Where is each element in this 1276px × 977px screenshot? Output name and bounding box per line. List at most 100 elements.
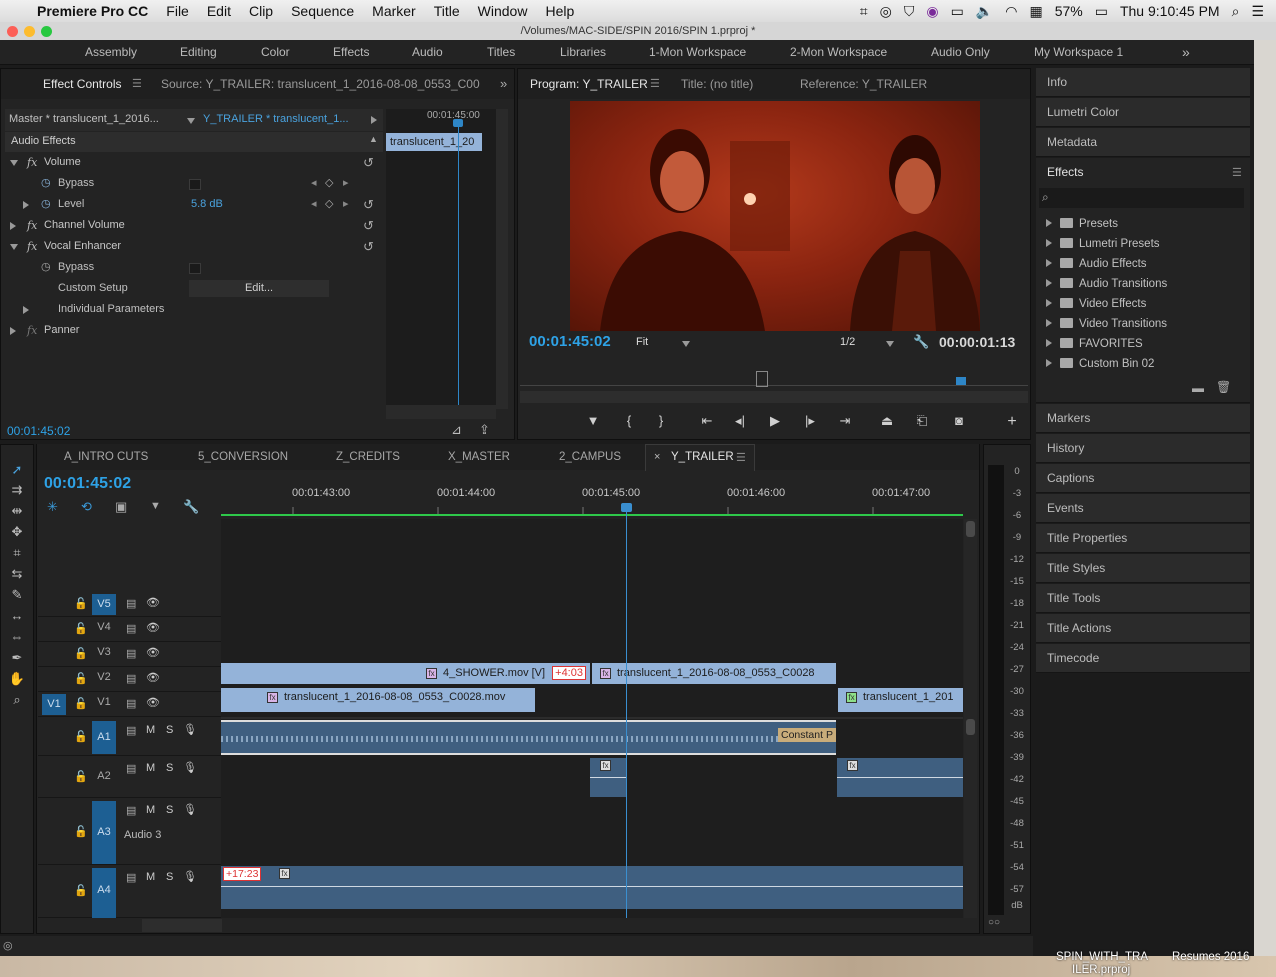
desktop-file-label[interactable]: SPIN_WITH_TRA xyxy=(1056,951,1148,963)
menu-window[interactable]: Window xyxy=(469,3,537,19)
clip-v2-translucent[interactable]: fx translucent_1_2016-08-08_0553_C0028 xyxy=(592,663,836,684)
panel-menu-icon[interactable]: ☰ xyxy=(650,69,660,99)
go-to-in-icon[interactable]: ⇤ xyxy=(698,413,716,429)
panel-title-properties[interactable]: Title Properties xyxy=(1036,524,1250,553)
menu-marker[interactable]: Marker xyxy=(363,3,425,19)
expand-icon[interactable] xyxy=(23,306,29,314)
toggle-timeline-icon[interactable] xyxy=(371,116,377,124)
add-marker-icon[interactable]: ▼ xyxy=(584,413,602,428)
eye-icon[interactable]: 👁 xyxy=(146,671,160,684)
mini-scrollbar[interactable] xyxy=(496,109,508,409)
mute-button[interactable]: M xyxy=(146,871,155,883)
lock-icon[interactable]: 🔓 xyxy=(74,647,88,660)
panel-metadata[interactable]: Metadata xyxy=(1036,128,1250,157)
workspace-editing[interactable]: Editing xyxy=(180,40,217,65)
fx-icon[interactable]: fx xyxy=(27,152,37,173)
minimize-window-button[interactable] xyxy=(24,26,35,37)
microphone-icon[interactable]: 🎙 xyxy=(183,723,197,736)
zoom-bar[interactable] xyxy=(520,391,1028,403)
expand-icon[interactable] xyxy=(10,160,18,166)
render-status-icon[interactable]: ◎ xyxy=(3,939,13,952)
menu-sequence[interactable]: Sequence xyxy=(282,3,363,19)
track-label[interactable]: A1 xyxy=(92,721,116,754)
clip-a4[interactable]: +17:23 fx xyxy=(221,866,963,909)
volume-icon[interactable]: 🔈 xyxy=(970,3,999,20)
timeline-timecode[interactable]: 00:01:45:02 xyxy=(44,475,131,493)
panel-menu-icon[interactable]: ☰ xyxy=(1232,166,1242,179)
lock-icon[interactable]: 🔓 xyxy=(74,672,88,685)
panel-timecode[interactable]: Timecode xyxy=(1036,644,1250,673)
add-keyframe-icon[interactable]: ◇ xyxy=(325,173,333,194)
menu-help[interactable]: Help xyxy=(536,3,583,19)
tab-program[interactable]: Program: Y_TRAILER xyxy=(530,69,648,99)
sync-lock-icon[interactable]: ▤ xyxy=(126,697,136,710)
keyboard-icon[interactable]: ▦ xyxy=(1023,3,1048,20)
menu-clip[interactable]: Clip xyxy=(240,3,282,19)
volume-line[interactable] xyxy=(221,886,963,887)
tab-a-intro-cuts[interactable]: A_INTRO CUTS xyxy=(64,444,148,470)
zoom-tool-icon[interactable]: ⌕ xyxy=(7,691,27,709)
close-window-button[interactable] xyxy=(7,26,18,37)
eye-icon[interactable]: 👁 xyxy=(146,696,160,709)
reset-icon[interactable]: ↺ xyxy=(363,194,374,215)
spotlight-icon[interactable]: ⌕ xyxy=(1226,3,1246,20)
fx-icon[interactable]: fx xyxy=(27,215,37,236)
panel-markers[interactable]: Markers xyxy=(1036,404,1250,433)
lock-icon[interactable]: 🔓 xyxy=(74,770,88,783)
source-patch-v1[interactable]: V1 xyxy=(42,694,66,715)
hand-tool-icon[interactable]: ✋ xyxy=(7,670,27,688)
sync-lock-icon[interactable]: ▤ xyxy=(126,871,136,884)
reset-icon[interactable]: ↺ xyxy=(363,152,374,173)
solo-meter-icon[interactable]: ○○ xyxy=(988,917,1000,928)
mark-in-icon[interactable]: { xyxy=(620,413,638,428)
work-area-bar[interactable] xyxy=(221,514,963,516)
effects-item-presets[interactable]: Presets xyxy=(1046,214,1118,234)
volume-line[interactable] xyxy=(590,777,626,778)
export-icon[interactable]: ⇪ xyxy=(479,422,490,438)
effects-item-audio-transitions[interactable]: Audio Transitions xyxy=(1046,274,1167,294)
timeline-vertical-scrollbar[interactable] xyxy=(964,519,977,918)
microphone-icon[interactable]: 🎙 xyxy=(183,761,197,774)
reset-icon[interactable]: ↺ xyxy=(363,236,374,257)
effects-panel-title[interactable]: Effects xyxy=(1047,165,1083,179)
workspace-libraries[interactable]: Libraries xyxy=(560,40,606,65)
track-label[interactable]: V3 xyxy=(92,646,116,658)
master-clip-label[interactable]: Master * translucent_1_2016... xyxy=(9,113,159,125)
workspace-2-mon[interactable]: 2-Mon Workspace xyxy=(790,40,887,65)
sync-lock-icon[interactable]: ▤ xyxy=(126,647,136,660)
lock-icon[interactable]: 🔓 xyxy=(74,597,88,610)
tab-x-master[interactable]: X_MASTER xyxy=(448,444,510,470)
sync-lock-icon[interactable]: ▤ xyxy=(126,597,136,610)
airplay-icon[interactable]: ▭ xyxy=(945,3,970,20)
rolling-edit-tool-icon[interactable]: ✥ xyxy=(7,523,27,541)
step-forward-icon[interactable]: |▸ xyxy=(801,413,819,429)
expand-icon[interactable] xyxy=(10,222,16,230)
sync-lock-icon[interactable]: ▤ xyxy=(126,622,136,635)
desktop-file-label[interactable]: ILER.prproj xyxy=(1072,964,1130,976)
microphone-icon[interactable]: 🎙 xyxy=(183,870,197,883)
selection-tool-icon[interactable]: ➚ xyxy=(7,461,27,479)
stopwatch-icon[interactable]: ◷ xyxy=(41,194,51,215)
param-individual-parameters[interactable]: Individual Parameters xyxy=(5,299,383,320)
audio-track-name[interactable]: Audio 3 xyxy=(124,829,161,841)
clip-v1-translucent-2[interactable]: fx translucent_1_201 xyxy=(838,688,963,712)
solo-button[interactable]: S xyxy=(166,762,173,774)
timeline-ruler[interactable]: 00:01:43:00 00:01:44:00 00:01:45:00 00:0… xyxy=(221,472,963,518)
add-marker-icon[interactable]: ▼ xyxy=(150,500,161,512)
effects-item-favorites[interactable]: FAVORITES xyxy=(1046,334,1143,354)
mini-playhead[interactable] xyxy=(458,119,459,409)
clock[interactable]: Thu 9:10:45 PM xyxy=(1114,3,1226,19)
solo-button[interactable]: S xyxy=(166,724,173,736)
panel-history[interactable]: History xyxy=(1036,434,1250,463)
bypass-checkbox[interactable] xyxy=(189,263,201,274)
app-status-icon[interactable]: ◉ xyxy=(920,3,944,20)
track-label[interactable]: A2 xyxy=(92,770,116,782)
workspace-color[interactable]: Color xyxy=(261,40,290,65)
effects-item-audio-effects[interactable]: Audio Effects xyxy=(1046,254,1147,274)
panel-info[interactable]: Info xyxy=(1036,68,1250,97)
zoom-window-button[interactable] xyxy=(41,26,52,37)
ripple-edit-tool-icon[interactable]: ⇹ xyxy=(7,502,27,520)
wifi-icon[interactable]: ◠ xyxy=(999,3,1023,20)
program-scrubber[interactable] xyxy=(520,367,1028,403)
step-back-icon[interactable]: ◂| xyxy=(731,413,749,429)
